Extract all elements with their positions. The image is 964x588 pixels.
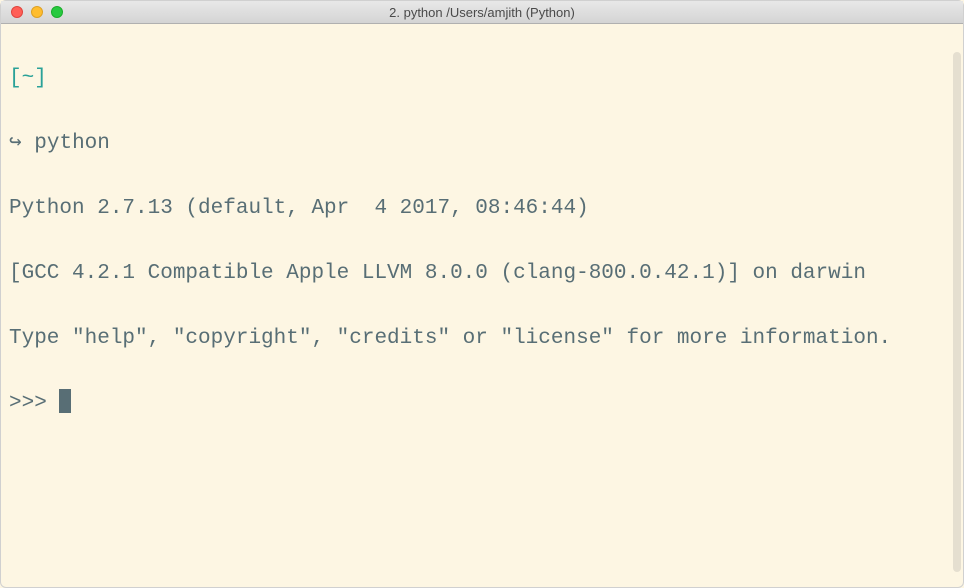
close-window-button[interactable] bbox=[11, 6, 23, 18]
zoom-window-button[interactable] bbox=[51, 6, 63, 18]
output-line: [GCC 4.2.1 Compatible Apple LLVM 8.0.0 (… bbox=[9, 258, 955, 291]
minimize-window-button[interactable] bbox=[31, 6, 43, 18]
terminal-viewport[interactable]: [~] ↪ python Python 2.7.13 (default, Apr… bbox=[1, 24, 963, 587]
prompt-path: [~] bbox=[9, 67, 47, 90]
scrollbar[interactable] bbox=[953, 52, 961, 572]
arrow-icon: ↪ bbox=[9, 128, 22, 161]
traffic-lights bbox=[1, 6, 63, 18]
output-line: Type "help", "copyright", "credits" or "… bbox=[9, 323, 955, 356]
cursor bbox=[59, 389, 71, 413]
command-text: python bbox=[34, 132, 110, 155]
repl-prompt: >>> bbox=[9, 392, 59, 415]
window-titlebar: 2. python /Users/amjith (Python) bbox=[1, 1, 963, 24]
window-title: 2. python /Users/amjith (Python) bbox=[1, 5, 963, 20]
output-line: Python 2.7.13 (default, Apr 4 2017, 08:4… bbox=[9, 193, 955, 226]
